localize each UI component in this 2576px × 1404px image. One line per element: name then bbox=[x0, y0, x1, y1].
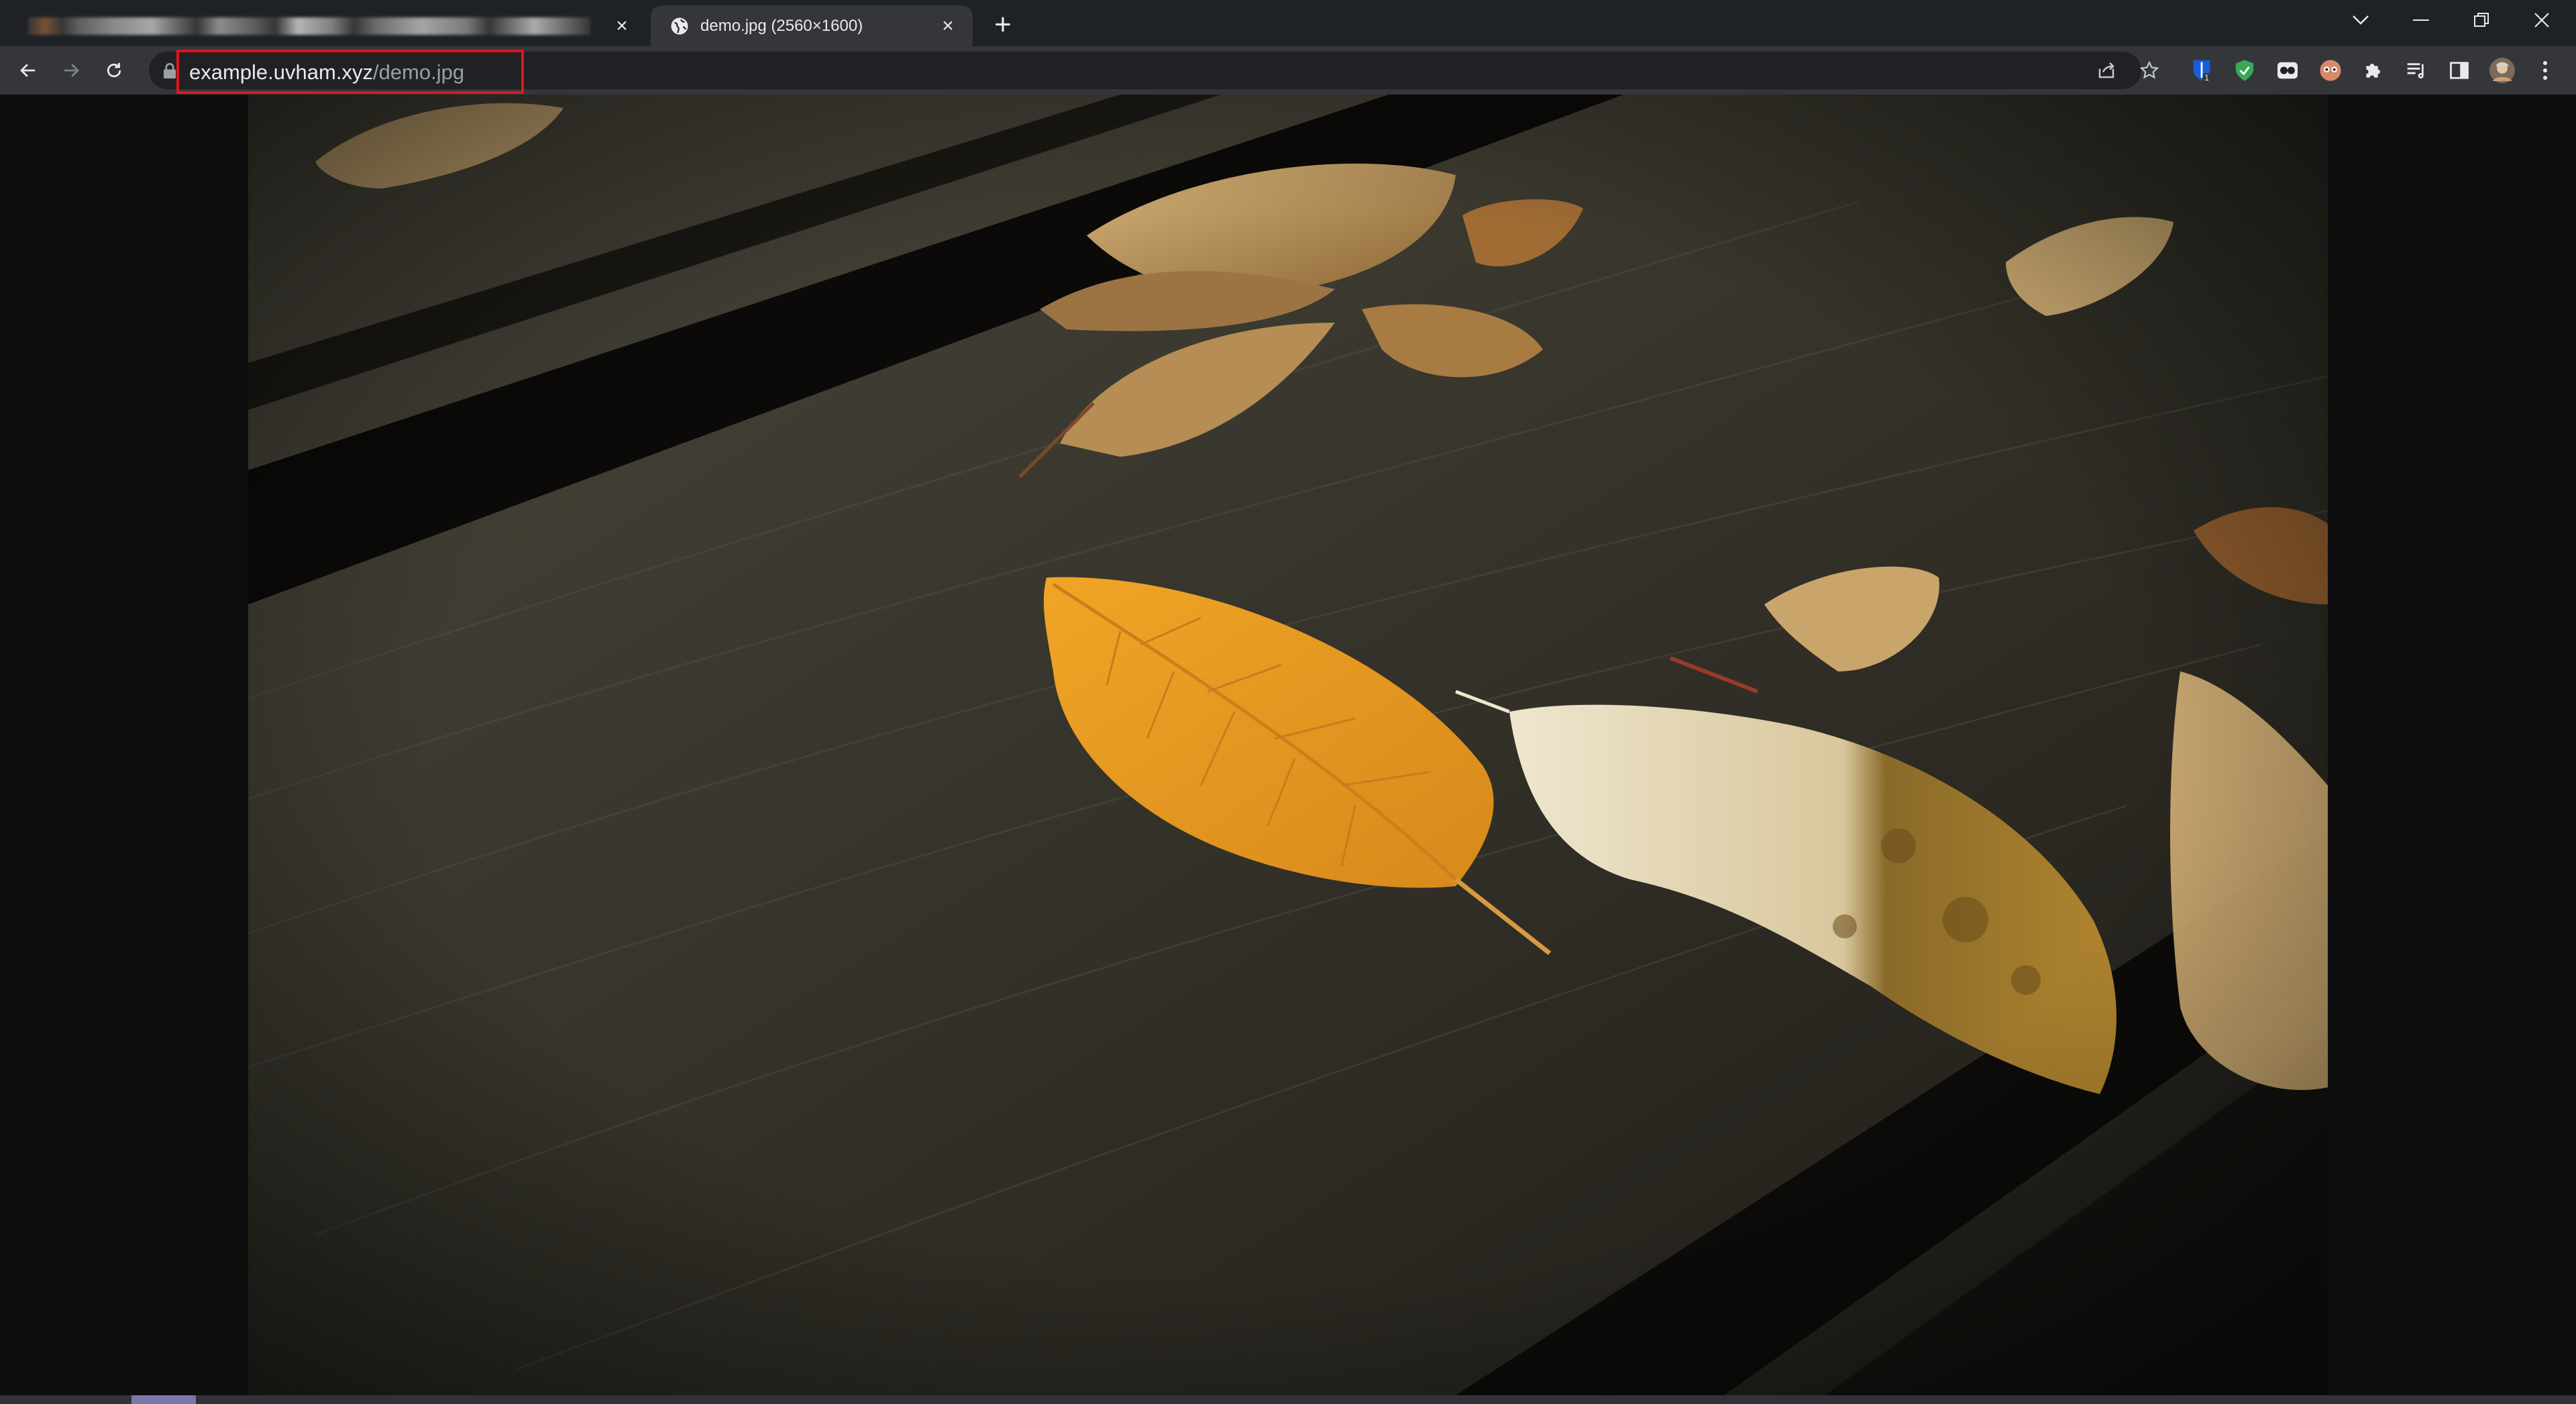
eyes-extension-icon bbox=[2277, 62, 2298, 79]
share-icon bbox=[2098, 62, 2114, 78]
close-icon: × bbox=[942, 14, 954, 37]
plus-icon: + bbox=[994, 8, 1012, 41]
face-extension[interactable] bbox=[2317, 57, 2344, 84]
face-extension-icon bbox=[2320, 60, 2341, 81]
eyes-extension[interactable] bbox=[2274, 57, 2301, 84]
reading-list-button[interactable] bbox=[2403, 57, 2430, 84]
minimize-button[interactable] bbox=[2391, 0, 2451, 40]
restore-button[interactable] bbox=[2451, 0, 2512, 40]
star-icon bbox=[2139, 60, 2159, 79]
svg-text:1: 1 bbox=[2204, 74, 2209, 83]
menu-icon bbox=[2543, 61, 2547, 80]
close-icon: × bbox=[616, 14, 628, 37]
bitwarden-icon: 1 bbox=[2193, 60, 2211, 83]
close-window-button[interactable] bbox=[2512, 0, 2572, 40]
profile-button[interactable] bbox=[2489, 57, 2516, 84]
image-viewer bbox=[0, 95, 2576, 1395]
tab-blurred[interactable]: × bbox=[9, 5, 647, 46]
tab-title: demo.jpg (2560×1600) bbox=[700, 16, 863, 35]
autumn-leaves-photo bbox=[248, 95, 2328, 1395]
tab-demo-image[interactable]: demo.jpg (2560×1600) × bbox=[651, 5, 973, 46]
reload-button[interactable] bbox=[99, 56, 129, 85]
restore-icon bbox=[2474, 13, 2489, 27]
arrow-left-icon bbox=[20, 64, 35, 77]
tab-close-button[interactable]: × bbox=[936, 15, 959, 38]
url-highlight-annotation bbox=[176, 50, 524, 94]
bottom-scroll-strip bbox=[0, 1395, 2576, 1404]
reload-icon bbox=[107, 62, 121, 78]
tab-search-button[interactable] bbox=[2330, 0, 2391, 40]
extensions-button[interactable] bbox=[2360, 57, 2387, 84]
forward-button[interactable] bbox=[56, 56, 86, 85]
arrow-right-icon bbox=[64, 64, 79, 77]
back-button[interactable] bbox=[13, 56, 43, 85]
shield-extension-icon bbox=[2235, 60, 2254, 81]
minimize-icon bbox=[2413, 19, 2429, 21]
bookmark-star-button[interactable] bbox=[2136, 57, 2163, 84]
new-tab-button[interactable]: + bbox=[986, 8, 1020, 42]
puzzle-icon bbox=[2366, 64, 2380, 78]
share-button[interactable] bbox=[2093, 57, 2120, 84]
chrome-menu-button[interactable] bbox=[2532, 57, 2559, 84]
reading-list-icon bbox=[2407, 63, 2424, 78]
tab-strip: × demo.jpg (2560×1600) × + bbox=[0, 0, 2576, 46]
displayed-image[interactable] bbox=[248, 95, 2328, 1395]
shield-extension[interactable] bbox=[2231, 57, 2258, 84]
side-panel-button[interactable] bbox=[2446, 57, 2473, 84]
side-panel-icon bbox=[2450, 62, 2469, 79]
globe-icon bbox=[671, 17, 688, 34]
tab-close-button[interactable]: × bbox=[610, 15, 633, 38]
bitwarden-extension[interactable]: 1 bbox=[2188, 57, 2215, 84]
profile-avatar bbox=[2489, 58, 2515, 83]
close-icon bbox=[2534, 13, 2549, 28]
chevron-down-icon bbox=[2353, 15, 2369, 25]
scroll-indicator[interactable] bbox=[131, 1395, 196, 1404]
blurred-tab-titles bbox=[28, 17, 590, 35]
lock-icon[interactable] bbox=[162, 62, 177, 78]
